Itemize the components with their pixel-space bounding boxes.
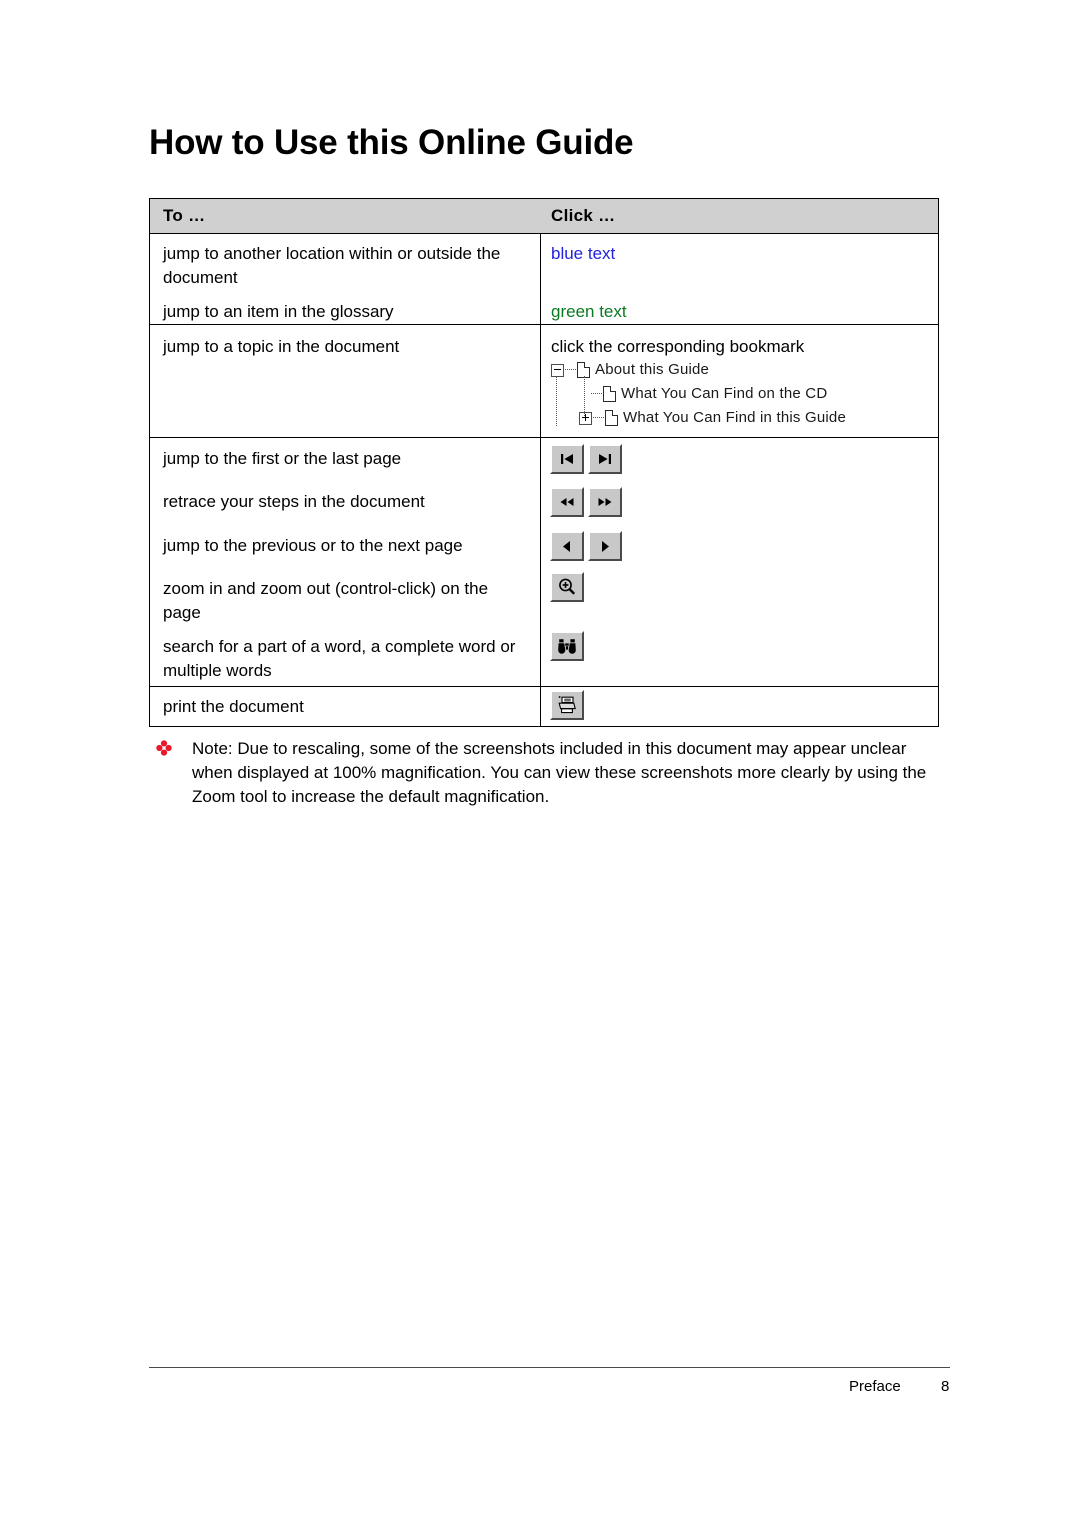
table-header-to: To …	[163, 206, 206, 225]
search-button[interactable]	[550, 631, 584, 661]
note-text: Note: Due to rescaling, some of the scre…	[192, 739, 927, 806]
previous-page-icon	[560, 539, 574, 554]
bookmark-tree-item-0[interactable]: About this Guide	[551, 358, 846, 382]
bookmark-tree-label-0: About this Guide	[595, 361, 710, 378]
first-page-button[interactable]	[550, 444, 584, 474]
table-cell-to-1: jump to another location within or outsi…	[163, 244, 501, 287]
table-header-row	[150, 199, 938, 234]
collapse-minus-icon[interactable]	[551, 363, 564, 377]
go-forward-icon	[596, 495, 614, 509]
zoom-in-magnifier-icon	[557, 577, 577, 597]
bookmark-tree-label-1: What You Can Find on the CD	[621, 385, 828, 402]
page-document-icon	[605, 410, 618, 426]
page-document-icon	[603, 386, 616, 402]
zoom-button[interactable]	[550, 572, 584, 602]
binoculars-search-icon	[556, 637, 578, 655]
table-cell-to-9: print the document	[163, 697, 304, 716]
first-page-icon	[559, 452, 575, 466]
table-column-divider	[540, 198, 541, 727]
red-clover-bullet-icon	[155, 739, 173, 757]
tree-connector-line	[593, 417, 604, 419]
table-cell-click-2: green text	[551, 302, 627, 321]
bookmark-tree: About this Guide What You Can Find on th…	[551, 358, 846, 430]
go-forward-button[interactable]	[588, 487, 622, 517]
bookmark-tree-label-2: What You Can Find in this Guide	[623, 409, 846, 426]
table-cell-to-3: jump to a topic in the document	[163, 337, 400, 356]
table-header-click: Click …	[551, 206, 616, 225]
table-cell-to-4: jump to the first or the last page	[163, 449, 402, 468]
table-cell-to-6: jump to the previous or to the next page	[163, 536, 463, 555]
expand-plus-icon[interactable]	[579, 411, 592, 425]
table-cell-to-2: jump to an item in the glossary	[163, 302, 394, 321]
table-cell-to-8: search for a part of a word, a complete …	[163, 637, 516, 680]
table-row-divider-3	[150, 686, 939, 687]
table-cell-click-3: click the corresponding bookmark	[551, 337, 805, 356]
table-cell-click-1: blue text	[551, 244, 616, 263]
go-back-icon	[558, 495, 576, 509]
next-page-icon	[598, 539, 612, 554]
table-row-divider-2	[150, 437, 939, 438]
print-button[interactable]	[550, 690, 584, 720]
document-page: How to Use this Online Guide To … Click …	[0, 0, 1080, 1528]
go-back-button[interactable]	[550, 487, 584, 517]
last-page-button[interactable]	[588, 444, 622, 474]
table-cell-to-7: zoom in and zoom out (control-click) on …	[163, 579, 489, 622]
footer-divider	[149, 1367, 950, 1368]
footer-section-label: Preface	[849, 1378, 901, 1395]
next-page-button[interactable]	[588, 531, 622, 561]
bookmark-tree-item-2[interactable]: What You Can Find in this Guide	[551, 406, 846, 430]
bookmark-tree-item-1[interactable]: What You Can Find on the CD	[551, 382, 846, 406]
page-title: How to Use this Online Guide	[149, 123, 634, 162]
table-row-divider-1	[150, 324, 939, 325]
last-page-icon	[597, 452, 613, 466]
tree-connector-line	[565, 369, 576, 371]
footer-page-number: 8	[941, 1378, 950, 1395]
tree-connector-line	[591, 393, 602, 395]
printer-icon	[556, 695, 578, 715]
table-cell-to-5: retrace your steps in the document	[163, 492, 425, 511]
tree-vertical-connector	[556, 376, 557, 426]
previous-page-button[interactable]	[550, 531, 584, 561]
tree-vertical-connector	[584, 376, 585, 416]
